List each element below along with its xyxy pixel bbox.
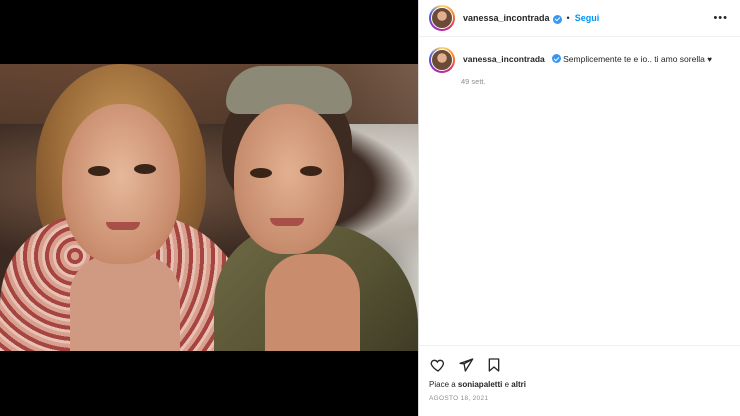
instagram-post: vanessa_incontrada • Segui ••• vanessa_i… bbox=[0, 0, 740, 416]
likes-others[interactable]: altri bbox=[511, 380, 526, 389]
caption-text-block: vanessa_incontrada Semplicemente te e io… bbox=[463, 47, 712, 73]
caption: vanessa_incontrada Semplicemente te e io… bbox=[419, 37, 740, 73]
caption-avatar[interactable] bbox=[429, 47, 455, 73]
likes-user[interactable]: soniapaletti bbox=[458, 380, 502, 389]
likes-summary: Piace a soniapaletti e altri bbox=[419, 376, 740, 389]
post-media[interactable] bbox=[0, 0, 418, 416]
action-icons bbox=[419, 346, 740, 376]
follow-button[interactable]: Segui bbox=[575, 13, 600, 23]
post-photo bbox=[0, 64, 418, 351]
photo-person-right-neck bbox=[265, 254, 360, 351]
separator-dot: • bbox=[566, 13, 570, 23]
post-date: AGOSTO 18, 2021 bbox=[429, 395, 489, 402]
likes-prefix: Piace a bbox=[429, 380, 458, 389]
paper-plane-icon[interactable] bbox=[457, 356, 475, 374]
post-actions: Piace a soniapaletti e altri AGOSTO 18, … bbox=[419, 345, 740, 416]
post-sidebar: vanessa_incontrada • Segui ••• vanessa_i… bbox=[418, 0, 740, 416]
more-options-icon[interactable]: ••• bbox=[713, 12, 728, 24]
photo-person-left-face bbox=[62, 104, 180, 264]
caption-heart-emoji: ♥ bbox=[707, 55, 712, 64]
header-username[interactable]: vanessa_incontrada bbox=[463, 13, 550, 23]
heart-icon[interactable] bbox=[429, 356, 447, 374]
caption-text: Semplicemente te e io.. ti amo sorella bbox=[563, 54, 705, 64]
photo-person-left-neck bbox=[70, 254, 180, 351]
caption-username[interactable]: vanessa_incontrada bbox=[463, 54, 545, 64]
verified-badge-icon bbox=[552, 14, 562, 24]
post-header: vanessa_incontrada • Segui ••• bbox=[419, 0, 740, 37]
photo-person-right-face bbox=[234, 104, 344, 254]
caption-age: 49 sett. bbox=[461, 77, 486, 86]
verified-badge-icon bbox=[551, 54, 561, 63]
bookmark-icon[interactable] bbox=[485, 356, 503, 374]
profile-avatar[interactable] bbox=[429, 5, 455, 31]
likes-suffix: e bbox=[502, 380, 512, 389]
